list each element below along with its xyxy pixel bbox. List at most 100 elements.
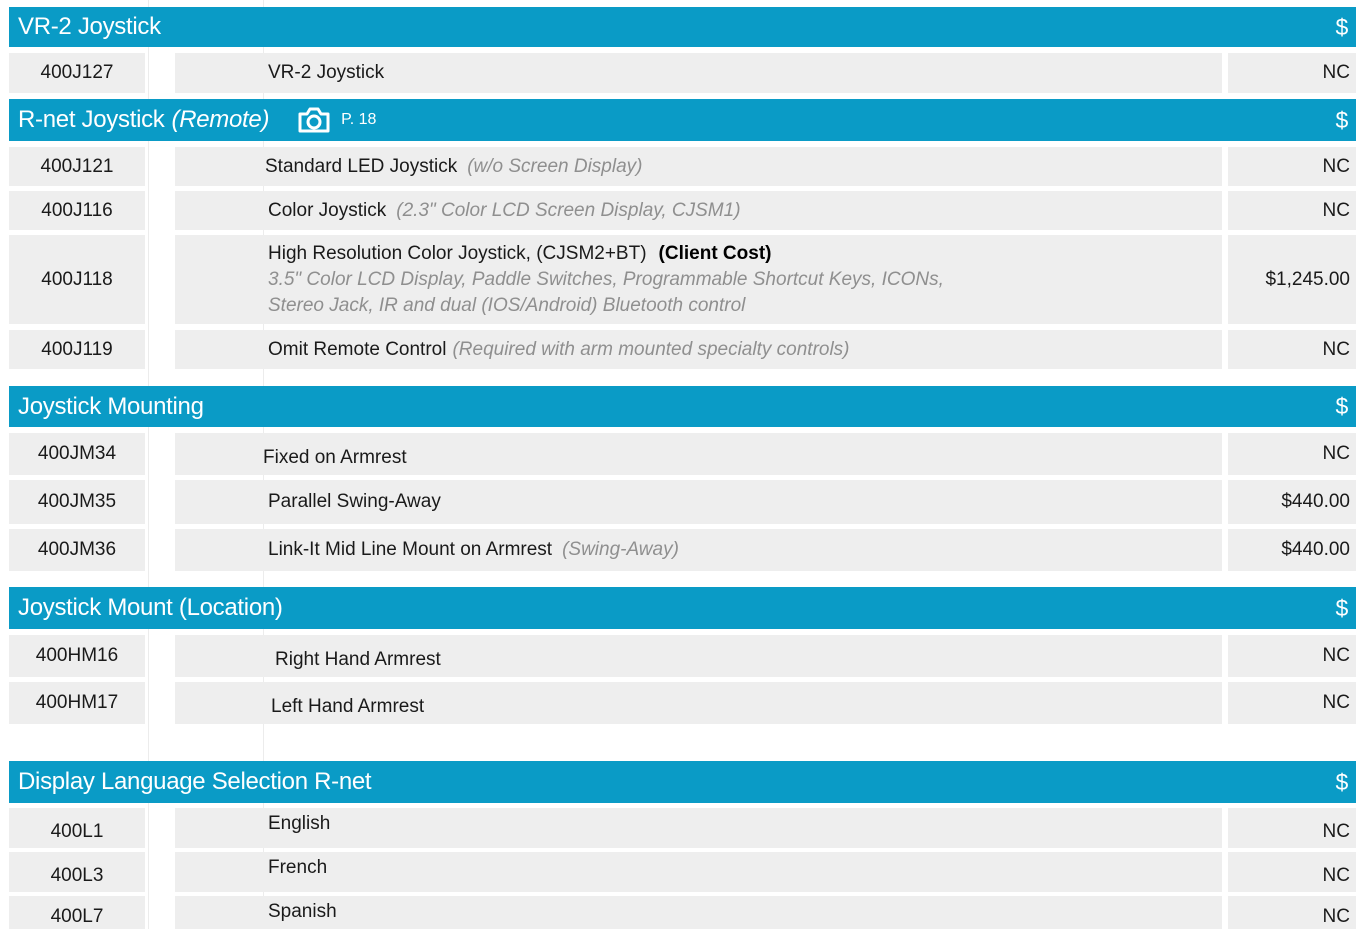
description-text: Parallel Swing-Away [268,491,441,512]
blank-cell [175,808,263,848]
part-description: High Resolution Color Joystick, (CJSM2+B… [263,235,1222,324]
price-column-symbol: $ [1335,768,1349,795]
blank-cell [175,480,263,524]
section-title: Joystick Mounting [18,392,204,420]
part-price: NC [1228,635,1356,677]
section-title: Joystick Mount (Location) [18,594,283,621]
part-code: 400J127 [9,53,145,93]
section-header-vr2: VR-2 Joystick $ [9,7,1356,47]
table-row[interactable]: 400JM34 Fixed on Armrest NC [9,433,1356,475]
client-cost-label: (Client Cost) [658,242,772,264]
blank-cell [175,191,263,230]
part-code: 400J118 [9,235,145,324]
blank-cell [175,235,263,324]
table-row[interactable]: 400HM16 Right Hand Armrest NC [9,635,1356,677]
blank-cell [175,529,263,571]
description-note-line-2: Stereo Jack, IR and dual (IOS/Android) B… [268,294,746,316]
part-price: NC [1228,682,1356,724]
section-title: VR-2 Joystick [18,13,161,40]
section-title: Display Language Selection R-net [18,768,372,795]
part-description: Spanish [263,896,1222,929]
part-price: NC [1228,147,1356,186]
part-price: NC [1228,852,1356,892]
description-text: Spanish [268,901,337,922]
section-header-location: Joystick Mount (Location) $ [9,587,1356,629]
part-code: 400JM34 [9,433,145,475]
description-note: (2.3" Color LCD Screen Display, CJSM1) [396,199,741,221]
blank-cell [175,682,263,724]
section-title: R-net Joystick [18,106,165,133]
part-description: Color Joystick (2.3" Color LCD Screen Dis… [263,191,1222,230]
part-description: French [263,852,1222,892]
blank-cell [175,330,263,369]
description-note: (Swing-Away) [562,539,679,560]
price-column-symbol: $ [1335,13,1349,40]
description-text: Omit Remote Control [268,338,447,360]
table-row[interactable]: 400J127 VR-2 Joystick NC [9,53,1356,93]
blank-cell [175,147,263,186]
blank-cell [175,635,263,677]
part-description: VR-2 Joystick [263,53,1222,93]
description-text: VR-2 Joystick [268,62,385,83]
page-reference-link[interactable]: P. 18 [341,111,376,129]
table-row[interactable]: 400L1 English NC [9,808,1356,848]
description-line: High Resolution Color Joystick, (CJSM2+B… [268,241,771,267]
blank-cell [175,896,263,929]
part-code: 400J116 [9,191,145,230]
part-description: Fixed on Armrest [263,433,1222,475]
table-row[interactable]: 400J116 Color Joystick (2.3" Color LCD Sc… [9,191,1356,230]
section-header-mounting: Joystick Mounting $ [9,386,1356,427]
part-price: NC [1228,191,1356,230]
part-description: Parallel Swing-Away [263,480,1222,524]
description-text: High Resolution Color Joystick, (CJSM2+B… [268,242,647,264]
part-price: NC [1228,433,1356,475]
table-row[interactable]: 400JM36 Link-It Mid Line Mount on Armres… [9,529,1356,571]
table-row[interactable]: 400L3 French NC [9,852,1356,892]
part-price: NC [1228,808,1356,848]
part-code: 400JM35 [9,480,145,524]
part-price: $440.00 [1228,529,1356,571]
part-code: 400L1 [9,808,145,848]
description-text: Link-It Mid Line Mount on Armrest [268,539,553,560]
table-row[interactable]: 400JM35 Parallel Swing-Away $440.00 [9,480,1356,524]
table-row[interactable]: 400J118 High Resolution Color Joystick, … [9,235,1356,324]
table-row[interactable]: 400L7 Spanish NC [9,896,1356,929]
description-text: Color Joystick [268,199,387,221]
table-row[interactable]: 400J119 Omit Remote Control (Required wit… [9,330,1356,369]
part-description: Left Hand Armrest [263,682,1222,724]
description-note-line-1: 3.5" Color LCD Display, Paddle Switches,… [268,268,944,290]
part-price: $440.00 [1228,480,1356,524]
description-text: Fixed on Armrest [263,447,407,468]
part-code: 400HM16 [9,635,145,677]
camera-icon[interactable] [297,107,331,133]
table-row[interactable]: 400HM17 Left Hand Armrest NC [9,682,1356,724]
part-code: 400J119 [9,330,145,369]
section-title-note: (Remote) [171,106,270,133]
description-text: English [268,813,331,834]
part-code: 400J121 [9,147,145,186]
description-note: (w/o Screen Display) [467,155,643,177]
section-header-rnet: R-net Joystick (Remote) P. 18 $ [9,99,1356,141]
price-column-symbol: $ [1335,393,1349,419]
price-column-symbol: $ [1335,594,1349,621]
blank-cell [175,852,263,892]
blank-cell [175,433,263,475]
part-description: Right Hand Armrest [263,635,1222,677]
part-code: 400L7 [9,896,145,929]
part-code: 400HM17 [9,682,145,724]
section-header-language: Display Language Selection R-net $ [9,761,1356,803]
table-row[interactable]: 400J121 Standard LED Joystick (w/o Screen… [9,147,1356,186]
part-description: Link-It Mid Line Mount on Armrest (Swing-… [263,529,1222,571]
part-price: $1,245.00 [1228,235,1356,324]
price-column-symbol: $ [1335,106,1349,133]
part-price: NC [1228,896,1356,929]
description-text: French [268,857,328,878]
part-code: 400L3 [9,852,145,892]
part-price: NC [1228,53,1356,93]
blank-cell [175,53,263,93]
part-code: 400JM36 [9,529,145,571]
part-price: NC [1228,330,1356,369]
description-note: (Required with arm mounted specialty con… [452,338,850,360]
part-description: English [263,808,1222,848]
description-text: Left Hand Armrest [271,696,425,717]
